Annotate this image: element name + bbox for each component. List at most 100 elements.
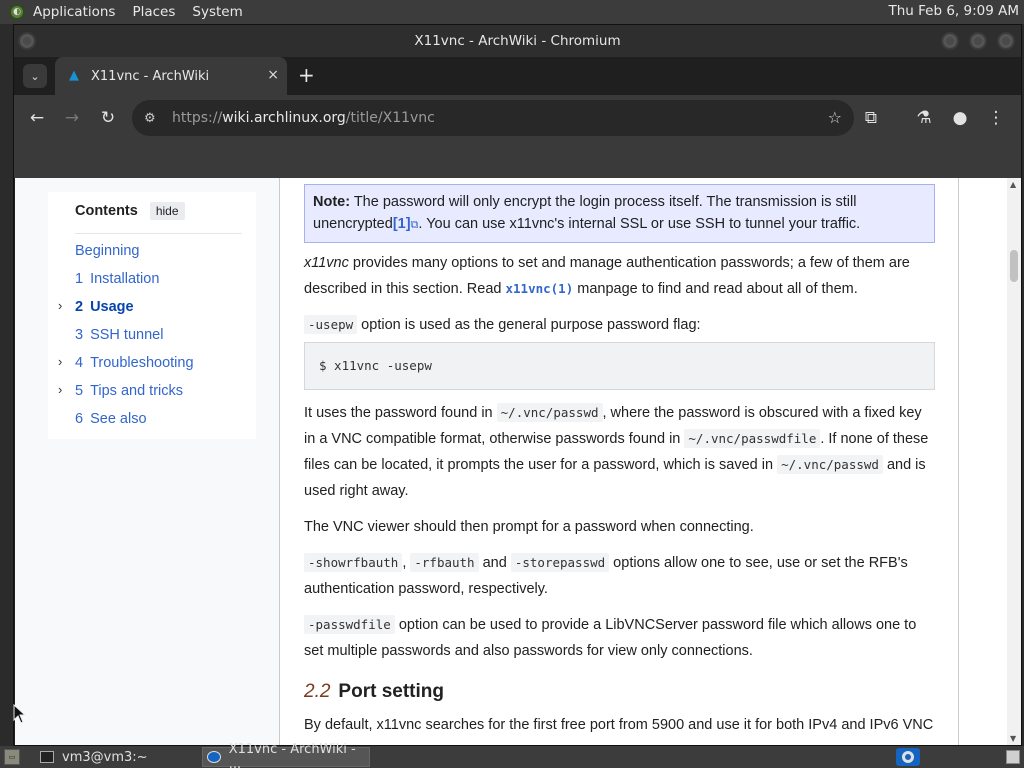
archlinux-logo-icon: ▲ (69, 68, 79, 83)
emphasis-text: x11vnc (304, 255, 349, 271)
toc-item-label: Usage (90, 299, 134, 315)
scrollbar-thumb[interactable] (1010, 250, 1018, 282)
paragraph: x11vnc provides many options to set and … (304, 250, 935, 302)
paragraph: -showrfbauth, -rfbauth and -storepasswd … (304, 550, 935, 602)
toc-item-label: Installation (90, 271, 160, 287)
toc-item-see-also[interactable]: 6 See also (48, 405, 256, 433)
toc-item-number: 5 (75, 383, 84, 399)
workspace-switcher-icon[interactable] (1006, 750, 1020, 764)
toc-item-beginning[interactable]: Beginning (48, 237, 256, 265)
browser-toolbar: ← → ↻ ⚙ https://wiki.archlinux.org/title… (14, 95, 1021, 141)
paragraph: The VNC viewer should then prompt for a … (304, 519, 754, 535)
minimize-button[interactable] (941, 32, 959, 50)
inline-code: -passwdfile (304, 615, 395, 634)
inline-code: ~/.vnc/passwd (777, 455, 883, 474)
scroll-down-arrow-icon[interactable]: ▼ (1010, 734, 1016, 743)
more-menu-icon[interactable]: ⋮ (984, 106, 1008, 130)
bookmark-star-icon[interactable]: ☆ (828, 108, 842, 127)
article-content: Note: The password will only encrypt the… (304, 184, 935, 745)
toc-item-number: 3 (75, 327, 84, 343)
chevron-right-icon[interactable]: › (58, 354, 62, 369)
web-page: Contents hide Beginning 1 Installation ›… (15, 178, 1021, 745)
profile-avatar-icon[interactable]: ● (948, 106, 972, 130)
toc-item-tips-and-tricks[interactable]: › 5 Tips and tricks (48, 377, 256, 405)
chevron-right-icon[interactable]: › (58, 298, 62, 313)
show-desktop-icon[interactable]: ▭ (4, 749, 20, 765)
toc-item-troubleshooting[interactable]: › 4 Troubleshooting (48, 349, 256, 377)
paragraph: By default, x11vnc searches for the firs… (304, 717, 934, 733)
address-bar[interactable]: ⚙ https://wiki.archlinux.org/title/X11vn… (132, 100, 854, 136)
new-tab-button[interactable]: + (298, 64, 315, 86)
taskbar-item-label: vm3@vm3:~ (62, 749, 148, 765)
paragraph-text: manpage to find and read about all of th… (573, 281, 858, 297)
toc-title: Contents (75, 203, 138, 219)
reload-icon[interactable]: ↻ (96, 106, 120, 130)
inline-code: -usepw (304, 315, 358, 334)
toc-item-label: Tips and tricks (90, 383, 184, 399)
toc-item-label: Troubleshooting (90, 355, 194, 371)
section-title: Port setting (338, 681, 444, 702)
taskbar: ▭ vm3@vm3:~ X11vnc - ArchWiki - ... (0, 742, 1024, 768)
distro-logo-icon[interactable]: ◐ (9, 4, 25, 20)
url-text[interactable]: https://wiki.archlinux.org/title/X11vnc (172, 110, 435, 126)
note-box: Note: The password will only encrypt the… (304, 184, 935, 243)
code-block: $ x11vnc -usepw (304, 342, 935, 390)
url-scheme: https:// (172, 110, 223, 126)
paragraph: -usepw option is used as the general pur… (304, 312, 935, 338)
applications-menu[interactable]: Applications (33, 4, 115, 20)
inline-code: ~/.vnc/passwdfile (684, 429, 821, 448)
browser-window: X11vnc - ArchWiki - Chromium ⌄ ▲ X11vnc … (13, 24, 1022, 746)
toc-item-label: See also (90, 411, 147, 427)
toc-item-number: 6 (75, 411, 84, 427)
maximize-button[interactable] (969, 32, 987, 50)
forward-icon[interactable]: → (60, 106, 84, 130)
clock[interactable]: Thu Feb 6, 9:09 AM (888, 3, 1019, 19)
taskbar-item-browser[interactable]: X11vnc - ArchWiki - ... (202, 742, 370, 768)
toc-item-installation[interactable]: 1 Installation (48, 265, 256, 293)
manpage-link[interactable]: x11vnc(1) (506, 281, 574, 296)
window-menu-button[interactable] (18, 32, 36, 50)
url-path: /title/X11vnc (345, 110, 435, 126)
system-menu[interactable]: System (192, 4, 242, 20)
inline-code: ~/.vnc/passwd (496, 403, 603, 422)
section-number: 2.2 (304, 681, 331, 702)
section-heading: 2.2 Port setting (304, 680, 935, 704)
chevron-down-icon: ⌄ (30, 69, 40, 83)
places-menu[interactable]: Places (132, 4, 175, 20)
inline-code: -showrfbauth (304, 553, 403, 572)
top-panel: ◐ Applications Places System Thu Feb 6, … (0, 0, 1024, 24)
close-window-button[interactable] (997, 32, 1015, 50)
toc-item-label: SSH tunnel (90, 327, 164, 343)
window-title: X11vnc - ArchWiki - Chromium (414, 33, 621, 49)
toc-item-number: 2 (75, 299, 84, 315)
paragraph-text: and (478, 555, 511, 571)
paragraph-text: option is used as the general purpose pa… (357, 317, 701, 333)
note-label: Note: (313, 194, 351, 210)
chevron-right-icon[interactable]: › (58, 382, 62, 397)
reference-link[interactable]: [1] (393, 216, 411, 232)
inline-code: -storepasswd (510, 553, 610, 572)
taskbar-item-terminal[interactable]: vm3@vm3:~ (36, 747, 196, 767)
inline-code: -rfbauth (410, 553, 479, 572)
tab-close-icon[interactable]: × (267, 67, 279, 83)
tab-title: X11vnc - ArchWiki (91, 68, 210, 84)
paragraph-text: It uses the password found in (304, 405, 497, 421)
url-host: wiki.archlinux.org (222, 110, 346, 126)
toc-item-number: 4 (75, 355, 84, 371)
vertical-scrollbar[interactable]: ▲ ▼ (1007, 178, 1021, 745)
scroll-up-arrow-icon[interactable]: ▲ (1010, 180, 1016, 189)
toc-item-number: 1 (75, 271, 84, 287)
toc-item-ssh-tunnel[interactable]: 3 SSH tunnel (48, 321, 256, 349)
toc-item-label: Beginning (75, 243, 140, 259)
tab-search-button[interactable]: ⌄ (23, 64, 47, 88)
back-icon[interactable]: ← (25, 106, 49, 130)
site-info-icon[interactable]: ⚙ (144, 111, 162, 126)
extensions-icon[interactable]: ⧉ (859, 106, 883, 130)
toc-item-usage[interactable]: › 2 Usage (48, 293, 256, 321)
paragraph-text: option can be used to provide a LibVNCSe… (304, 617, 917, 659)
window-titlebar[interactable]: X11vnc - ArchWiki - Chromium (14, 25, 1021, 57)
toc-hide-button[interactable]: hide (149, 202, 185, 220)
tab-active[interactable]: ▲ X11vnc - ArchWiki × (55, 57, 287, 95)
tray-chromium-icon[interactable] (896, 748, 920, 766)
labs-flask-icon[interactable]: ⚗ (912, 106, 936, 130)
